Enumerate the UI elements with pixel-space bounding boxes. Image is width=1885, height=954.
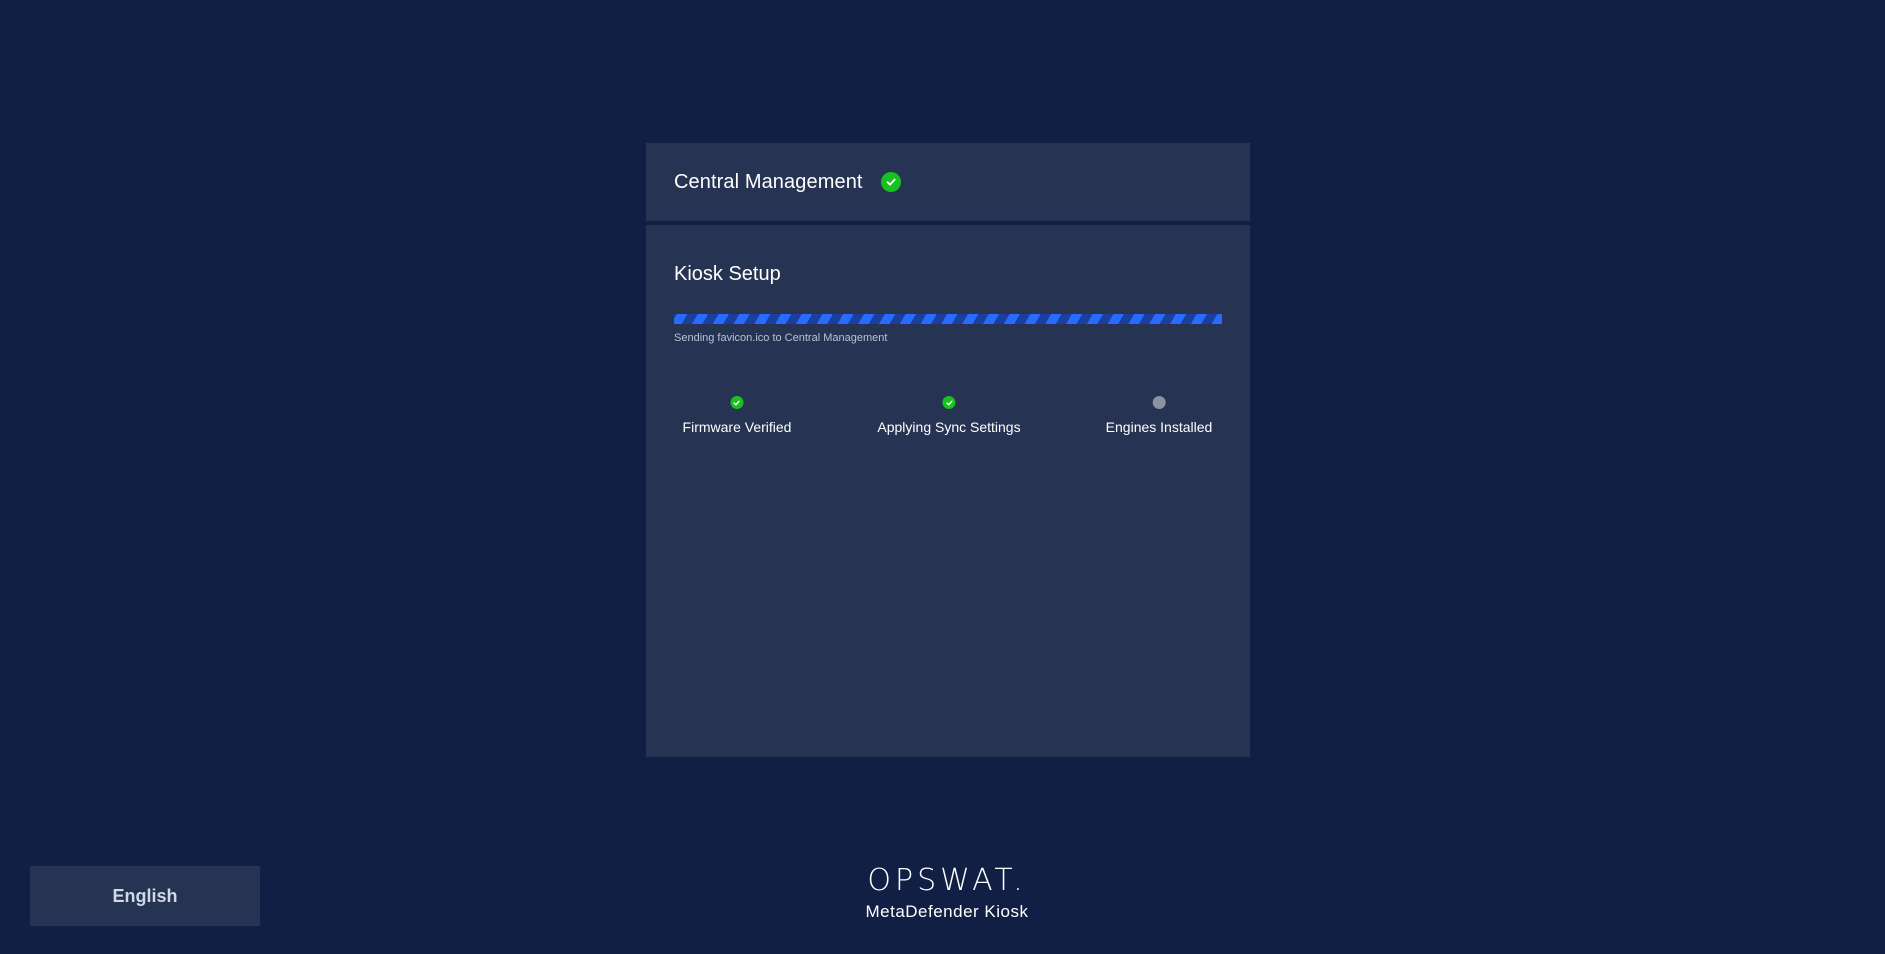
central-management-panel: Central Management	[646, 143, 1250, 221]
kiosk-setup-screen: Central Management Kiosk Setup Sending f…	[0, 0, 1885, 954]
kiosk-setup-panel: Kiosk Setup Sending favicon.ico to Centr…	[646, 225, 1250, 757]
step-applying-sync-settings: Applying Sync Settings	[877, 396, 1021, 435]
brand-block: OPSWAT. MetaDefender Kiosk	[862, 864, 1032, 922]
step-label: Applying Sync Settings	[877, 419, 1021, 435]
pending-dot-icon	[1152, 396, 1166, 409]
step-engines-installed: Engines Installed	[1105, 396, 1213, 435]
step-label: Engines Installed	[1105, 419, 1213, 435]
central-management-title: Central Management	[674, 170, 863, 193]
kiosk-setup-title: Kiosk Setup	[674, 263, 781, 285]
product-name: MetaDefender Kiosk	[865, 902, 1029, 921]
step-label: Firmware Verified	[682, 419, 792, 435]
setup-progress-fill	[674, 314, 1222, 324]
progress-status-text: Sending favicon.ico to Central Managemen…	[674, 332, 888, 344]
opswat-logo: OPSWAT.	[867, 863, 1027, 898]
check-circle-icon	[942, 396, 956, 409]
setup-progress-bar	[674, 314, 1222, 324]
step-firmware-verified: Firmware Verified	[682, 396, 792, 435]
check-circle-icon	[880, 172, 901, 192]
language-button[interactable]: English	[30, 866, 260, 926]
setup-steps: Firmware Verified Applying Sync Settings…	[674, 396, 1222, 436]
check-circle-icon	[730, 396, 744, 409]
